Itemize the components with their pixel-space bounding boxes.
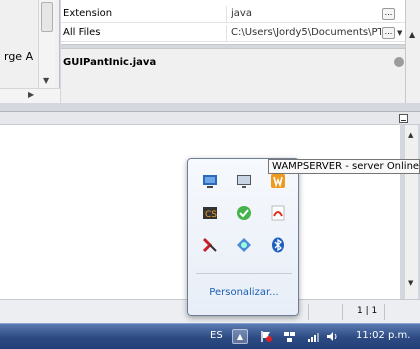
notification-area-overflow: CS Personalizar...: [187, 158, 299, 316]
output-vscrollbar[interactable]: ▲ ▼: [404, 125, 418, 299]
property-value[interactable]: C:\Users\Jordy5\Documents\PT...: [231, 27, 381, 38]
scroll-down-icon[interactable]: ▼: [43, 76, 49, 85]
properties-table: Extension java ... All Files C:\Users\Jo…: [61, 0, 405, 45]
column-divider: [226, 6, 227, 23]
property-description: GUIPantInic.java: [61, 48, 405, 103]
dropdown-arrow-icon[interactable]: ▼: [397, 29, 402, 37]
wampserver-tooltip: WAMPSERVER - server Online: [268, 159, 420, 174]
wampserver-icon[interactable]: [270, 173, 286, 189]
network-device-icon[interactable]: [236, 237, 252, 253]
column-divider: [226, 25, 227, 42]
property-name: All Files: [63, 27, 101, 38]
status-divider: [342, 304, 343, 320]
minimize-button[interactable]: [399, 114, 408, 123]
windows-taskbar: ES ▲ 11:02 p.m.: [0, 323, 420, 349]
action-center-flag-icon[interactable]: [260, 330, 273, 343]
property-name: Extension: [63, 8, 113, 19]
property-row-extension[interactable]: Extension java ...: [61, 6, 405, 23]
properties-vscrollbar[interactable]: ▲: [405, 0, 420, 103]
bluetooth-icon[interactable]: [270, 237, 286, 253]
scroll-down-icon[interactable]: ▼: [408, 279, 413, 287]
antivirus-icon[interactable]: [202, 237, 218, 253]
left-panel-vscrollbar[interactable]: ▼: [38, 0, 55, 92]
system-clock[interactable]: 11:02 p.m.: [356, 330, 410, 341]
status-divider: [308, 304, 309, 320]
display-icon[interactable]: [236, 173, 252, 189]
ellipsis-button[interactable]: ...: [382, 27, 395, 39]
tray-icon-grid: CS: [198, 169, 290, 269]
show-hidden-icons-button[interactable]: ▲: [232, 329, 248, 344]
scroll-up-icon[interactable]: ▲: [408, 131, 413, 139]
left-panel: rge A ▼ ▶: [0, 0, 60, 103]
pdf-icon[interactable]: [270, 205, 286, 221]
scroll-up-icon[interactable]: ▲: [409, 30, 415, 39]
output-panel-header: [0, 111, 420, 125]
help-circle-icon: [394, 57, 404, 67]
left-panel-hscrollbar[interactable]: ▶: [0, 88, 60, 103]
property-row-all-files[interactable]: All Files C:\Users\Jordy5\Documents\PT..…: [61, 25, 405, 42]
scroll-thumb[interactable]: [41, 2, 53, 32]
network-icon[interactable]: [283, 330, 296, 343]
volume-icon[interactable]: [326, 330, 339, 343]
checkmark-app-icon[interactable]: [236, 205, 252, 221]
cs-tool-icon[interactable]: CS: [202, 205, 218, 221]
caret-position: 1 | 1: [357, 306, 378, 316]
property-value[interactable]: java: [231, 8, 381, 19]
status-divider: [384, 304, 385, 320]
svg-text:CS: CS: [205, 210, 217, 220]
monitor-app-icon[interactable]: [202, 173, 218, 189]
left-panel-label: rge A: [4, 50, 34, 63]
popup-divider: [196, 273, 292, 274]
wifi-signal-icon[interactable]: [307, 330, 320, 343]
customize-link[interactable]: Personalizar...: [188, 287, 300, 298]
language-indicator[interactable]: ES: [210, 330, 223, 341]
scroll-right-icon[interactable]: ▶: [28, 90, 34, 99]
ellipsis-button[interactable]: ...: [382, 8, 395, 20]
description-title: GUIPantInic.java: [63, 57, 157, 68]
